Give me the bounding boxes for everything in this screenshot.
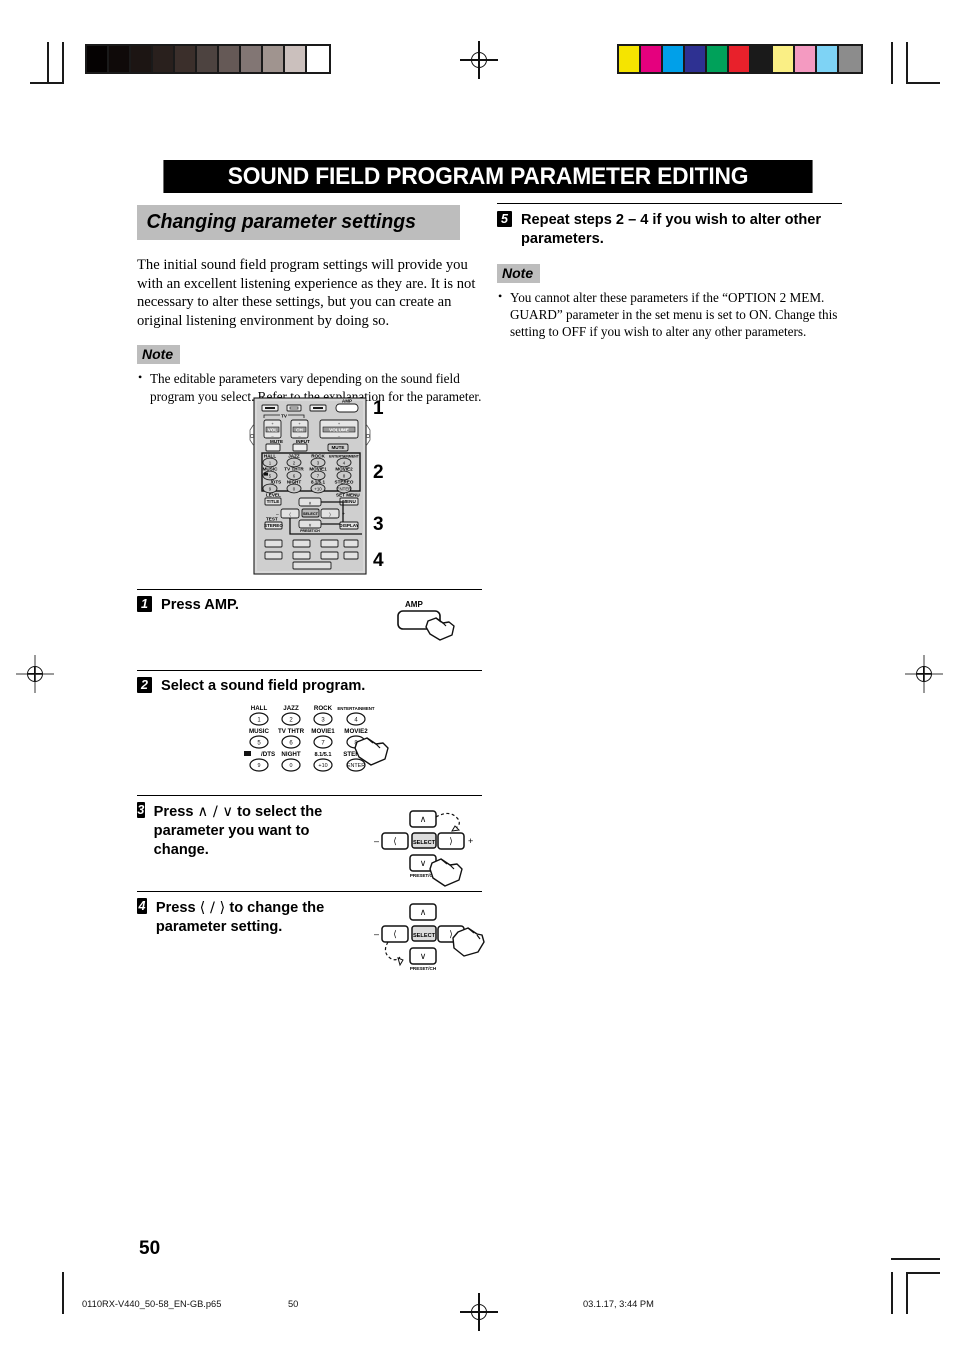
- step-1-figure: AMP: [380, 597, 480, 657]
- svg-text:0: 0: [290, 763, 293, 769]
- divider: [137, 589, 482, 590]
- callout-2: 2: [373, 462, 384, 483]
- svg-text:∧: ∧: [420, 815, 427, 825]
- svg-text:MENU: MENU: [342, 499, 356, 504]
- right-column: 5 Repeat steps 2 – 4 if you wish to alte…: [497, 203, 842, 341]
- left-column: Changing parameter settings The initial …: [137, 205, 487, 405]
- divider: [137, 795, 482, 796]
- svg-text:PRESET/CH: PRESET/CH: [300, 529, 320, 533]
- leftright-arrow-icon: ⟨ / ⟩: [199, 899, 226, 916]
- svg-text:MUSIC: MUSIC: [249, 728, 269, 735]
- svg-text:TV: TV: [281, 414, 288, 419]
- step-3-figure: ∧ ∨ ⟨ ⟩ SELECT – + PRESET/CH: [372, 805, 484, 890]
- step-2: 2 Select a sound field program.: [137, 670, 482, 696]
- svg-text:VOL: VOL: [268, 427, 278, 432]
- svg-text:⟩: ⟩: [329, 512, 331, 518]
- note-list: You cannot alter these parameters if the…: [497, 288, 842, 341]
- svg-text:TV THTR: TV THTR: [278, 728, 305, 735]
- svg-text:⟩: ⟩: [449, 930, 453, 940]
- step-5: 5 Repeat steps 2 – 4 if you wish to alte…: [497, 203, 842, 249]
- step-4-figure: ∧ ∨ ⟨ ⟩ SELECT – + PRESET/CH: [372, 898, 485, 983]
- svg-text:∨: ∨: [308, 524, 311, 529]
- svg-text:SELECT: SELECT: [413, 933, 436, 939]
- footer-filename: 0110RX-V440_50-58_EN-GB.p65: [82, 1299, 222, 1309]
- svg-text:+: +: [468, 836, 473, 846]
- svg-text:TEST: TEST: [266, 517, 278, 522]
- page-title: SOUND FIELD PROGRAM PARAMETER EDITING: [163, 160, 813, 193]
- note-item: You cannot alter these parameters if the…: [497, 288, 842, 341]
- updown-arrow-icon: ∧ / ∨: [197, 803, 234, 820]
- svg-text:INPUT: INPUT: [296, 439, 310, 444]
- svg-text:MOVIE2: MOVIE2: [344, 728, 368, 735]
- intro-paragraph: The initial sound field program settings…: [137, 257, 476, 329]
- svg-text:PRESET/CH: PRESET/CH: [410, 966, 437, 971]
- svg-text:SELECT: SELECT: [413, 840, 436, 846]
- manual-page: SOUND FIELD PROGRAM PARAMETER EDITING Ch…: [0, 0, 954, 1351]
- svg-text:SELECT: SELECT: [303, 512, 319, 516]
- svg-text:⟨: ⟨: [393, 837, 397, 847]
- svg-text:∧: ∧: [308, 502, 311, 507]
- step-4-text-before: Press: [155, 900, 196, 916]
- step-2-figure: HALL JAZZ ROCK ENTERTAINMENT 12 34 MUSIC…: [236, 702, 389, 782]
- step-1-number: 1: [137, 596, 152, 612]
- callout-3: 3: [373, 514, 384, 535]
- svg-text:NIGHT: NIGHT: [281, 751, 300, 758]
- svg-text:–: –: [374, 929, 379, 939]
- callout-4: 4: [373, 550, 384, 571]
- svg-text:⟩: ⟩: [449, 837, 453, 847]
- svg-text:AMP: AMP: [342, 398, 352, 403]
- svg-text:STEREO: STEREO: [264, 523, 283, 528]
- svg-text:TITLE: TITLE: [267, 499, 280, 504]
- svg-text:⟨: ⟨: [393, 930, 397, 940]
- step-1-text: Press AMP.: [161, 597, 239, 613]
- note-label: Note: [137, 345, 181, 365]
- svg-text:ENTERTAINMENT: ENTERTAINMENT: [337, 706, 375, 711]
- step-3-text: Press ∧ / ∨ to select the parameter you …: [154, 802, 352, 860]
- svg-text:HALL: HALL: [251, 705, 268, 712]
- svg-text:∨: ∨: [420, 952, 427, 962]
- step-5-number: 5: [497, 211, 512, 227]
- svg-text:ENTER: ENTER: [337, 486, 352, 491]
- svg-text:MOVIE1: MOVIE1: [311, 728, 335, 735]
- svg-text:∧: ∧: [420, 908, 427, 918]
- svg-text:SET MENU: SET MENU: [336, 493, 360, 498]
- step-4-number: 4: [137, 898, 147, 914]
- svg-text:LEVEL: LEVEL: [266, 493, 281, 498]
- svg-text:MUTE: MUTE: [331, 445, 344, 450]
- svg-text:DISPLAY: DISPLAY: [339, 523, 359, 528]
- svg-text:JAZZ: JAZZ: [283, 705, 299, 712]
- svg-text:–: –: [374, 836, 379, 846]
- svg-text:⟨: ⟨: [289, 512, 291, 518]
- amp-button-label: AMP: [405, 600, 423, 609]
- svg-text:CH: CH: [296, 427, 303, 432]
- svg-text:ROCK: ROCK: [314, 705, 333, 712]
- step-5-text: Repeat steps 2 – 4 if you wish to alter …: [521, 212, 822, 247]
- divider: [137, 891, 482, 892]
- section-heading: Changing parameter settings: [137, 205, 460, 240]
- step-2-number: 2: [137, 677, 152, 693]
- note-label: Note: [497, 264, 541, 283]
- step-2-text: Select a sound field program.: [161, 678, 366, 694]
- svg-text:9: 9: [258, 763, 261, 769]
- svg-text:/DTS: /DTS: [261, 751, 275, 758]
- svg-text:/DTS: /DTS: [271, 480, 281, 485]
- svg-text:8.1/5.1: 8.1/5.1: [314, 752, 331, 758]
- divider: [137, 670, 482, 671]
- footer-timestamp: 03.1.17, 3:44 PM: [583, 1299, 654, 1309]
- svg-text:ENTER: ENTER: [347, 763, 365, 769]
- svg-text:+10: +10: [318, 763, 327, 769]
- step-3-text-before: Press: [153, 804, 194, 820]
- callout-1: 1: [373, 398, 384, 419]
- footer-page: 50: [288, 1299, 299, 1309]
- page-number: 50: [139, 1238, 161, 1259]
- svg-text:+10: +10: [314, 486, 322, 491]
- step-4-text: Press ⟨ / ⟩ to change the parameter sett…: [156, 898, 352, 937]
- step-3-number: 3: [137, 802, 145, 818]
- remote-callout-numbers: 1 2 3 4: [362, 396, 402, 576]
- svg-text:VOLUME: VOLUME: [329, 427, 349, 432]
- svg-text:∨: ∨: [420, 859, 427, 869]
- svg-text:MUTE: MUTE: [270, 439, 283, 444]
